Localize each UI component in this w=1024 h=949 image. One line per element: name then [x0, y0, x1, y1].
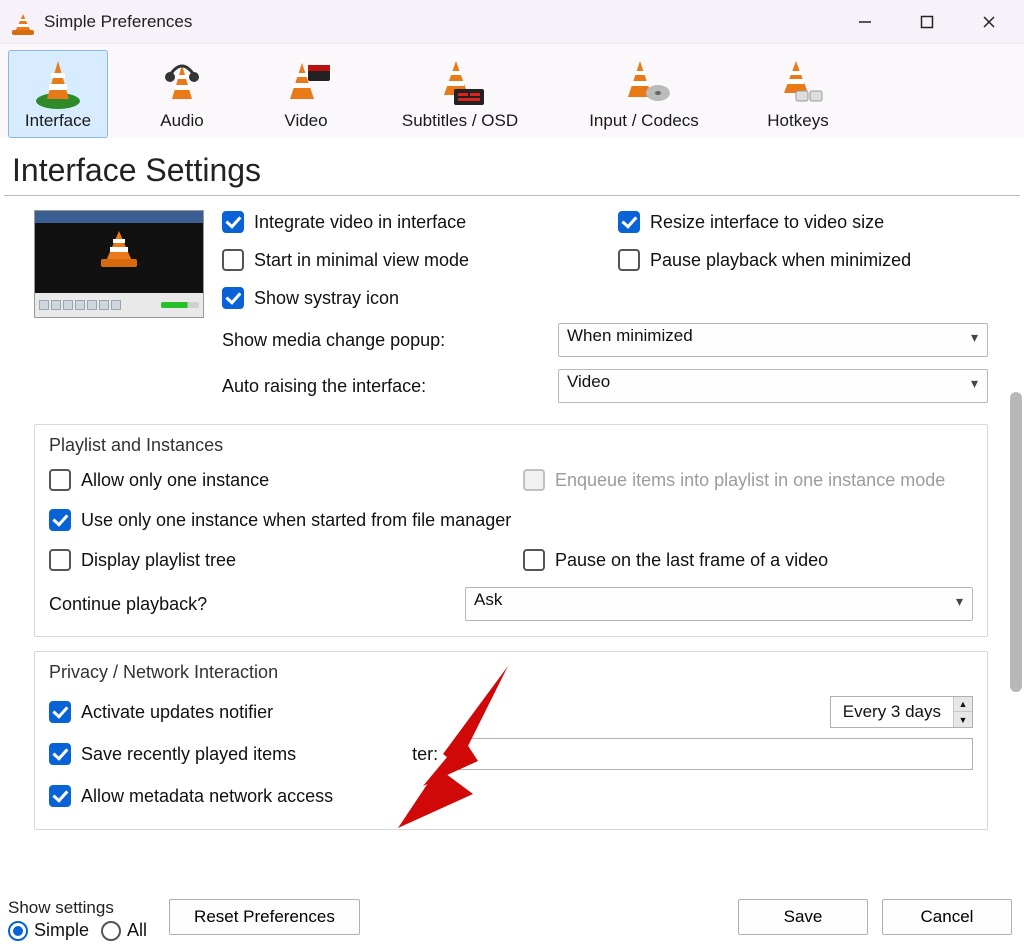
tab-interface[interactable]: Interface: [8, 50, 108, 138]
save-button[interactable]: Save: [738, 899, 868, 935]
footer-bar: Show settings Simple All Reset Preferenc…: [0, 873, 1024, 945]
maximize-button[interactable]: [896, 0, 958, 44]
settings-scroll-area: Integrate video in interface Resize inte…: [0, 196, 1002, 820]
chk-save-recent[interactable]: Save recently played items: [49, 738, 296, 770]
auto-raise-select[interactable]: Video: [558, 369, 988, 403]
media-popup-select[interactable]: When minimized: [558, 323, 988, 357]
chk-label: Allow metadata network access: [81, 786, 333, 807]
cone-subtitle-icon: [432, 55, 488, 111]
radio-all[interactable]: All: [101, 920, 147, 941]
chk-label: Save recently played items: [81, 744, 296, 765]
vlc-cone-icon: [12, 11, 34, 33]
minimize-button[interactable]: [834, 0, 896, 44]
filter-label-partial: ter:: [412, 744, 438, 765]
window-title: Simple Preferences: [44, 12, 192, 32]
page-title: Interface Settings: [4, 138, 1020, 196]
chk-integrate-video[interactable]: Integrate video in interface: [222, 206, 592, 238]
chk-one-instance-fm[interactable]: Use only one instance when started from …: [49, 504, 973, 536]
spinner-value: Every 3 days: [831, 697, 954, 727]
chk-label: Start in minimal view mode: [254, 250, 469, 271]
category-tabs: Interface Audio Video: [0, 44, 1024, 138]
spinner-down-icon[interactable]: ▼: [954, 712, 972, 727]
recent-filter-input[interactable]: [456, 738, 973, 770]
auto-raise-label: Auto raising the interface:: [222, 376, 542, 397]
reset-preferences-button[interactable]: Reset Preferences: [169, 899, 360, 935]
chk-label: Show systray icon: [254, 288, 399, 309]
chk-label: Allow only one instance: [81, 470, 269, 491]
cone-disc-icon: [616, 55, 672, 111]
chk-label: Enqueue items into playlist in one insta…: [555, 470, 945, 491]
group-playlist-instances: Playlist and Instances Allow only one in…: [34, 424, 988, 637]
update-interval-spinner[interactable]: Every 3 days ▲▼: [830, 696, 973, 728]
chk-label: Resize interface to video size: [650, 212, 884, 233]
radio-label: Simple: [34, 920, 89, 941]
titlebar: Simple Preferences: [0, 0, 1024, 44]
spinner-up-icon[interactable]: ▲: [954, 697, 972, 712]
tab-subtitles[interactable]: Subtitles / OSD: [380, 50, 540, 138]
chk-label: Use only one instance when started from …: [81, 510, 511, 531]
chk-label: Pause on the last frame of a video: [555, 550, 828, 571]
close-button[interactable]: [958, 0, 1020, 44]
tab-input-codecs[interactable]: Input / Codecs: [564, 50, 724, 138]
tab-label: Input / Codecs: [589, 111, 699, 131]
continue-playback-label: Continue playback?: [49, 594, 449, 615]
group-legend: Privacy / Network Interaction: [49, 662, 973, 683]
cone-keys-icon: [770, 55, 826, 111]
scrollbar-thumb[interactable]: [1010, 392, 1022, 692]
chk-label: Display playlist tree: [81, 550, 236, 571]
show-settings-group: Show settings Simple All: [4, 898, 147, 941]
tab-label: Interface: [25, 111, 91, 131]
tab-label: Audio: [160, 111, 203, 131]
tab-label: Hotkeys: [767, 111, 828, 131]
chk-pause-last-frame[interactable]: Pause on the last frame of a video: [523, 544, 973, 576]
chk-label: Activate updates notifier: [81, 702, 273, 723]
cancel-button[interactable]: Cancel: [882, 899, 1012, 935]
chk-resize-interface[interactable]: Resize interface to video size: [618, 206, 988, 238]
window-controls: [834, 0, 1020, 44]
chk-one-instance[interactable]: Allow only one instance: [49, 464, 499, 496]
chk-label: Pause playback when minimized: [650, 250, 911, 271]
radio-label: All: [127, 920, 147, 941]
tab-video[interactable]: Video: [256, 50, 356, 138]
chk-display-playlist-tree[interactable]: Display playlist tree: [49, 544, 499, 576]
cone-headphones-icon: [154, 55, 210, 111]
chk-metadata-network[interactable]: Allow metadata network access: [49, 780, 333, 812]
media-popup-label: Show media change popup:: [222, 330, 542, 351]
chk-pause-minimized[interactable]: Pause playback when minimized: [618, 244, 988, 276]
group-privacy-network: Privacy / Network Interaction Activate u…: [34, 651, 988, 830]
tab-hotkeys[interactable]: Hotkeys: [748, 50, 848, 138]
tab-audio[interactable]: Audio: [132, 50, 232, 138]
tab-label: Subtitles / OSD: [402, 111, 518, 131]
show-settings-label: Show settings: [8, 898, 147, 918]
chk-start-minimal[interactable]: Start in minimal view mode: [222, 244, 592, 276]
radio-simple[interactable]: Simple: [8, 920, 89, 941]
chk-updates-notifier[interactable]: Activate updates notifier: [49, 696, 273, 728]
tab-label: Video: [284, 111, 327, 131]
continue-playback-select[interactable]: Ask: [465, 587, 973, 621]
skin-preview-thumb: [34, 210, 204, 318]
group-legend: Playlist and Instances: [49, 435, 973, 456]
cone-clapper-icon: [278, 55, 334, 111]
chk-label: Integrate video in interface: [254, 212, 466, 233]
chk-show-systray[interactable]: Show systray icon: [222, 282, 988, 314]
cone-on-grass-icon: [30, 55, 86, 111]
scrollbar[interactable]: [1006, 196, 1024, 820]
chk-enqueue-one-instance: Enqueue items into playlist in one insta…: [523, 464, 973, 496]
